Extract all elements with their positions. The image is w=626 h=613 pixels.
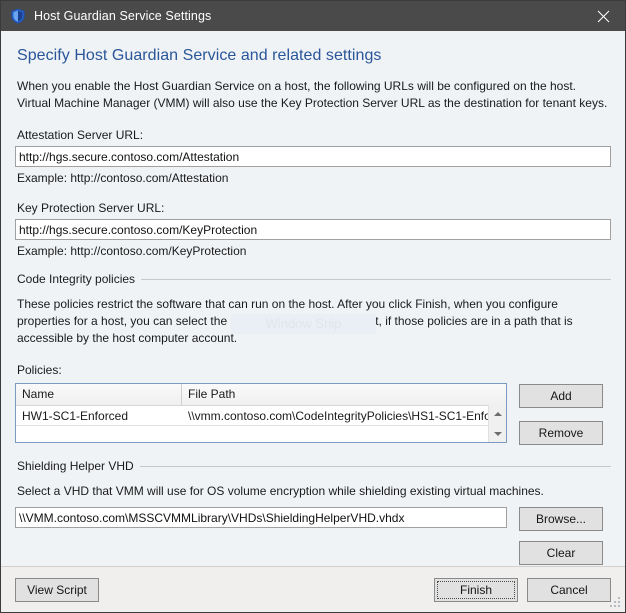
shielding-helper-buttons: Browse... Clear (519, 507, 603, 565)
intro-line-1: When you enable the Host Guardian Servic… (17, 79, 576, 93)
title-bar: Host Guardian Service Settings (1, 1, 625, 31)
finish-button[interactable]: Finish (434, 577, 518, 602)
scroll-down-icon[interactable] (489, 425, 506, 442)
shielding-helper-vhd-input[interactable] (15, 507, 507, 528)
policies-list-body: HW1-SC1-Enforced \\vmm.contoso.com\CodeI… (16, 406, 506, 442)
add-policy-button[interactable]: Add (519, 384, 603, 408)
policies-label: Policies: (17, 363, 62, 377)
host-guardian-settings-dialog: Host Guardian Service Settings Specify H… (0, 0, 626, 613)
code-integrity-group-label: Code Integrity policies (17, 272, 136, 286)
key-protection-url-example: Example: http://contoso.com/KeyProtectio… (17, 244, 247, 258)
page-title: Specify Host Guardian Service and relate… (17, 47, 382, 64)
row-divider (16, 425, 489, 426)
policies-list-header: Name File Path (16, 384, 506, 406)
policies-section: Name File Path HW1-SC1-Enforced \\vmm.co… (15, 383, 611, 445)
shield-icon (11, 8, 25, 24)
shielding-helper-section: Browse... Clear (15, 507, 611, 565)
window-title: Host Guardian Service Settings (34, 9, 212, 23)
column-header-file-path[interactable]: File Path (182, 384, 506, 405)
clear-vhd-button[interactable]: Clear (519, 541, 603, 565)
close-glyph (597, 10, 609, 22)
dialog-footer: View Script Finish Cancel (1, 566, 625, 612)
column-header-name[interactable]: Name (16, 384, 182, 405)
cell-policy-name: HW1-SC1-Enforced (22, 408, 129, 423)
shielding-helper-group-header: Shielding Helper VHD (17, 459, 611, 473)
code-integrity-description: These policies restrict the software tha… (17, 296, 597, 347)
attestation-url-example: Example: http://contoso.com/Attestation (17, 171, 229, 185)
code-integrity-desc-line-2: properties for a host, you can select th… (17, 314, 573, 328)
group-divider-line (139, 465, 611, 467)
scroll-up-icon[interactable] (489, 405, 506, 422)
remove-policy-button[interactable]: Remove (519, 421, 603, 445)
intro-text: When you enable the Host Guardian Servic… (17, 78, 611, 112)
policies-list[interactable]: Name File Path HW1-SC1-Enforced \\vmm.co… (15, 383, 507, 443)
shielding-helper-group-label: Shielding Helper VHD (17, 459, 134, 473)
code-integrity-desc-line-3: accessible by the host computer account. (17, 331, 238, 345)
browse-vhd-button[interactable]: Browse... (519, 507, 603, 531)
resize-grip-icon[interactable] (609, 596, 622, 609)
intro-line-2: Virtual Machine Manager (VMM) will also … (17, 96, 608, 110)
dialog-content: Specify Host Guardian Service and relate… (1, 31, 625, 566)
policies-buttons: Add Remove (519, 383, 603, 445)
view-script-button[interactable]: View Script (15, 577, 99, 602)
cell-policy-file-path: \\vmm.contoso.com\CodeIntegrityPolicies\… (188, 408, 501, 423)
attestation-url-label: Attestation Server URL: (17, 128, 144, 142)
close-icon[interactable] (581, 1, 625, 31)
table-row[interactable]: HW1-SC1-Enforced \\vmm.contoso.com\CodeI… (16, 406, 506, 425)
footer-actions: Finish Cancel (434, 577, 611, 602)
attestation-url-input[interactable] (15, 146, 611, 167)
policies-list-scrollbar[interactable] (488, 405, 506, 442)
key-protection-url-label: Key Protection Server URL: (17, 201, 165, 215)
code-integrity-desc-line-1: These policies restrict the software tha… (17, 297, 558, 311)
cancel-button[interactable]: Cancel (527, 577, 611, 602)
key-protection-url-input[interactable] (15, 219, 611, 240)
code-integrity-group-header: Code Integrity policies (17, 272, 611, 286)
group-divider-line (141, 278, 611, 280)
shielding-helper-description: Select a VHD that VMM will use for OS vo… (17, 484, 544, 498)
